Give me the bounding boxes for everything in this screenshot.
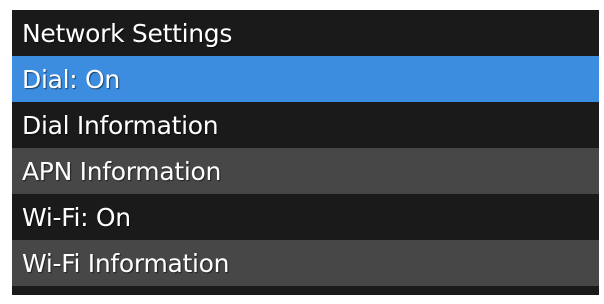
menu-item-wifi-information[interactable]: Wi-Fi Information [12, 240, 599, 286]
menu-item-wifi-toggle[interactable]: Wi-Fi: On [12, 194, 599, 240]
network-settings-menu: Network Settings Dial: On Dial Informati… [12, 10, 599, 295]
menu-title: Network Settings [12, 10, 599, 56]
menu-item-apn-information[interactable]: APN Information [12, 148, 599, 194]
menu-item-dial-toggle[interactable]: Dial: On [12, 56, 599, 102]
menu-item-dial-information[interactable]: Dial Information [12, 102, 599, 148]
